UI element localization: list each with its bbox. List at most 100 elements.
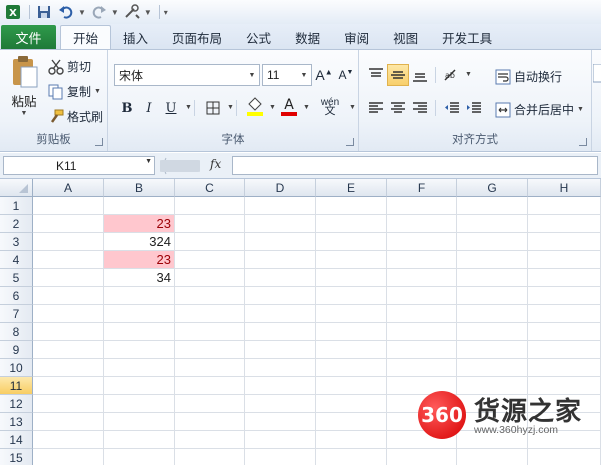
borders-dropdown-icon[interactable]: ▼ [227, 104, 234, 111]
name-box[interactable]: K11 ▼ [3, 156, 155, 175]
bold-button[interactable]: B [116, 97, 138, 119]
row-header-8[interactable]: 8 [0, 323, 33, 341]
italic-button[interactable]: I [138, 97, 160, 119]
row-header-15[interactable]: 15 [0, 449, 33, 465]
tab-page-layout[interactable]: 页面布局 [160, 25, 234, 49]
column-header-a[interactable]: A [33, 179, 104, 197]
alignment-launcher-icon[interactable] [579, 138, 587, 146]
phonetic-button[interactable]: wén 文 [315, 96, 345, 118]
merge-center-dropdown-icon[interactable]: ▼ [577, 106, 584, 113]
tab-view[interactable]: 视图 [381, 25, 430, 49]
copy-button[interactable]: 复制 ▼ [48, 83, 101, 100]
row-header-7[interactable]: 7 [0, 305, 33, 323]
decrease-indent-button[interactable] [441, 97, 463, 119]
shrink-font-button[interactable]: A▼ [335, 64, 357, 86]
row-header-1[interactable]: 1 [0, 197, 33, 215]
cell-b5[interactable]: 34 [104, 269, 174, 286]
insert-function-icon[interactable]: fx [210, 157, 221, 171]
column-header-e[interactable]: E [316, 179, 387, 197]
fill-color-dropdown-icon[interactable]: ▼ [269, 104, 276, 111]
orientation-button[interactable]: ab [441, 64, 463, 86]
tab-file[interactable]: 文件 [1, 25, 56, 49]
formula-bar-handle-icon[interactable] [160, 156, 200, 176]
format-painter-button[interactable]: 格式刷 [48, 108, 103, 125]
number-group-edge [592, 50, 601, 151]
row-header-13[interactable]: 13 [0, 413, 33, 431]
save-icon[interactable] [34, 2, 54, 22]
font-launcher-icon[interactable] [346, 138, 354, 146]
excel-logo-icon[interactable]: X [3, 2, 23, 22]
clipboard-group-label: 剪贴板 [36, 134, 71, 146]
tools-icon[interactable] [122, 2, 142, 22]
formula-bar: K11 ▼ fx [0, 153, 601, 179]
merge-center-button[interactable]: 合并后居中 ▼ [495, 101, 584, 118]
customize-toolbar-icon[interactable]: ▾ [164, 8, 168, 17]
italic-label: I [146, 100, 152, 116]
font-color-dropdown-icon[interactable]: ▼ [303, 104, 310, 111]
formula-input[interactable] [232, 156, 598, 175]
row-header-2[interactable]: 2 [0, 215, 33, 233]
align-center-button[interactable] [387, 97, 409, 119]
row-header-3[interactable]: 3 [0, 233, 33, 251]
font-size-select[interactable]: 11 ▼ [262, 64, 312, 86]
name-box-value: K11 [56, 158, 77, 173]
cell-b4[interactable]: 23 [104, 251, 174, 268]
clipboard-launcher-icon[interactable] [95, 138, 103, 146]
column-header-c[interactable]: C [175, 179, 245, 197]
redo-icon[interactable] [89, 2, 109, 22]
font-color-button[interactable]: A [278, 95, 300, 117]
tab-formulas[interactable]: 公式 [234, 25, 283, 49]
align-bottom-button[interactable] [409, 64, 431, 86]
row-header-12[interactable]: 12 [0, 395, 33, 413]
row-header-5[interactable]: 5 [0, 269, 33, 287]
orientation-icon: ab [444, 69, 456, 81]
wrap-text-button[interactable]: 自动换行 [495, 68, 562, 85]
underline-dropdown-icon[interactable]: ▼ [185, 104, 192, 111]
row-header-11[interactable]: 11 [0, 377, 33, 395]
shrink-font-icon: A▼ [338, 68, 354, 82]
redo-dropdown-icon[interactable]: ▼ [111, 8, 119, 17]
font-name-select[interactable]: 宋体 ▼ [114, 64, 260, 86]
paste-button[interactable]: 粘贴 ▼ [6, 55, 42, 117]
paste-dropdown-icon[interactable]: ▼ [21, 110, 28, 117]
paste-label: 粘贴 [11, 95, 37, 109]
align-middle-button[interactable] [387, 64, 409, 86]
increase-indent-button[interactable] [463, 97, 485, 119]
tab-data[interactable]: 数据 [283, 25, 332, 49]
column-header-b[interactable]: B [104, 179, 175, 197]
row-header-6[interactable]: 6 [0, 287, 33, 305]
row-header-10[interactable]: 10 [0, 359, 33, 377]
cut-button[interactable]: 剪切 [48, 58, 91, 75]
tab-review[interactable]: 审阅 [332, 25, 381, 49]
cell-b3[interactable]: 324 [104, 233, 174, 250]
phonetic-dropdown-icon[interactable]: ▼ [349, 104, 356, 111]
column-header-g[interactable]: G [457, 179, 528, 197]
row-header-14[interactable]: 14 [0, 431, 33, 449]
undo-dropdown-icon[interactable]: ▼ [78, 8, 86, 17]
column-header-h[interactable]: H [528, 179, 601, 197]
align-right-button[interactable] [409, 97, 431, 119]
copy-dropdown-icon[interactable]: ▼ [94, 88, 101, 95]
tab-home[interactable]: 开始 [60, 25, 112, 49]
borders-button[interactable] [202, 97, 224, 119]
align-left-button[interactable] [365, 97, 387, 119]
grow-font-button[interactable]: A▲ [313, 64, 335, 86]
tab-developer[interactable]: 开发工具 [430, 25, 504, 49]
tab-insert[interactable]: 插入 [111, 25, 160, 49]
undo-icon[interactable] [56, 2, 76, 22]
cell-b2[interactable]: 23 [104, 215, 174, 232]
ribbon: 粘贴 ▼ 剪切 复制 ▼ 格式刷 剪贴板 宋体 ▼ 11 ▼ A▲ A▼ B I… [0, 49, 601, 152]
align-top-button[interactable] [365, 64, 387, 86]
orientation-dropdown-icon[interactable]: ▼ [465, 71, 472, 78]
select-all-corner[interactable] [0, 179, 33, 197]
divider [29, 5, 30, 19]
gridline [33, 358, 601, 359]
fill-color-button[interactable] [244, 95, 266, 117]
tools-dropdown-icon[interactable]: ▼ [144, 8, 152, 17]
column-header-f[interactable]: F [387, 179, 457, 197]
gridline [244, 197, 245, 465]
column-header-d[interactable]: D [245, 179, 316, 197]
underline-button[interactable]: U [160, 97, 182, 119]
row-header-9[interactable]: 9 [0, 341, 33, 359]
row-header-4[interactable]: 4 [0, 251, 33, 269]
